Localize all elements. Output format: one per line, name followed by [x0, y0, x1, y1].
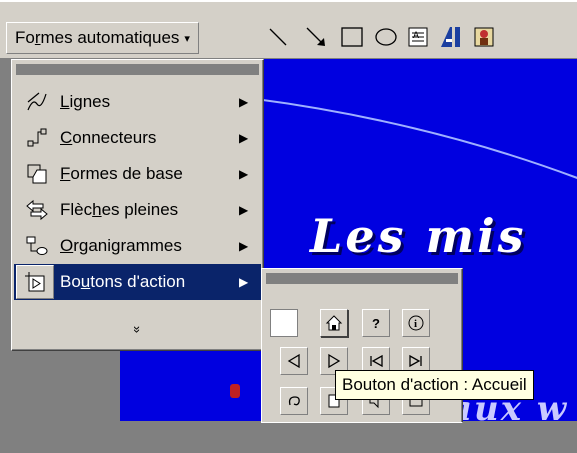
back-icon	[287, 353, 300, 369]
line-icon[interactable]	[264, 22, 292, 52]
action-button-return[interactable]	[280, 387, 308, 415]
help-icon: ?	[372, 315, 380, 331]
menu-item-label: Connecteurs	[60, 128, 239, 148]
action-button-information[interactable]: i	[402, 309, 430, 337]
lines-icon	[14, 90, 60, 114]
menu-item-label: Lignes	[60, 92, 239, 112]
submenu-arrow-icon: ▶	[239, 239, 249, 253]
submenu-arrow-icon: ▶	[239, 167, 249, 181]
tooltip: Bouton d'action : Accueil	[335, 370, 534, 400]
submenu-arrow-icon: ▶	[239, 131, 249, 145]
oval-icon[interactable]	[372, 22, 400, 52]
autoshapes-dropdown-menu: Lignes ▶ Connecteurs ▶ Formes de base ▶ …	[11, 59, 264, 351]
chevron-down-icon: ▾	[184, 32, 190, 45]
forward-icon	[328, 353, 341, 369]
action-button-home[interactable]	[320, 309, 348, 337]
toolbar-top-edge	[0, 0, 577, 2]
label-rest: ignes	[69, 92, 111, 111]
menu-item-label: Organigrammes	[60, 236, 239, 256]
label-first: Bo	[60, 272, 81, 291]
block-arrows-icon	[14, 198, 60, 222]
mnemonic: u	[80, 272, 91, 291]
autoshapes-label-rest: mes automatiques	[40, 28, 180, 47]
text-box-icon[interactable]: A	[404, 22, 432, 52]
action-button-custom[interactable]	[270, 309, 298, 337]
end-icon	[409, 354, 422, 368]
home-icon	[325, 315, 343, 331]
wordart-icon[interactable]	[436, 22, 464, 52]
label-first: Flèc	[60, 200, 93, 219]
menu-item-label: Formes de base	[60, 164, 239, 184]
svg-text:A: A	[413, 30, 419, 40]
label-rest: rganigrammes	[73, 236, 182, 255]
submenu-arrow-icon: ▶	[239, 203, 249, 217]
mnemonic: h	[92, 200, 102, 219]
autoshapes-label: Formes automatiques	[15, 28, 179, 48]
autoshapes-label-first: Fo	[15, 28, 35, 47]
mnemonic: C	[60, 128, 73, 147]
arrow-icon[interactable]	[302, 22, 330, 52]
action-button-help[interactable]: ?	[362, 309, 390, 337]
menu-item-basic-shapes[interactable]: Formes de base ▶	[14, 156, 261, 192]
basic-shapes-icon	[14, 162, 60, 186]
menu-item-label: Boutons d'action	[60, 272, 239, 292]
label-rest: onnecteurs	[72, 128, 157, 147]
mnemonic: F	[60, 164, 71, 183]
submenu-arrow-icon: ▶	[239, 275, 249, 289]
expand-menu-chevron-icon[interactable]: »	[130, 206, 145, 453]
clipart-icon[interactable]	[470, 22, 498, 52]
drawing-toolbar: Formes automatiques ▾ A	[0, 0, 577, 59]
menu-drag-grip[interactable]	[16, 64, 259, 75]
mnemonic: O	[60, 236, 74, 255]
palette-drag-grip[interactable]	[266, 273, 458, 284]
menu-item-lines[interactable]: Lignes ▶	[14, 84, 261, 120]
label-rest: ormes de base	[70, 164, 183, 183]
action-button-back[interactable]	[280, 347, 308, 375]
beginning-icon	[370, 354, 383, 368]
autoshapes-menu-button[interactable]: Formes automatiques ▾	[6, 22, 199, 54]
connectors-icon	[14, 126, 60, 150]
submenu-arrow-icon: ▶	[239, 95, 249, 109]
menu-item-connectors[interactable]: Connecteurs ▶	[14, 120, 261, 156]
slide-decoration-red	[230, 384, 240, 398]
slide-title-line1: Les mis	[310, 209, 527, 263]
action-buttons-icon	[16, 265, 54, 299]
return-icon	[288, 396, 300, 406]
rectangle-icon[interactable]	[338, 22, 366, 52]
svg-text:i: i	[414, 318, 417, 330]
flowchart-icon	[14, 234, 60, 258]
information-icon: i	[408, 315, 424, 331]
menu-item-label: Flèches pleines	[60, 200, 239, 220]
